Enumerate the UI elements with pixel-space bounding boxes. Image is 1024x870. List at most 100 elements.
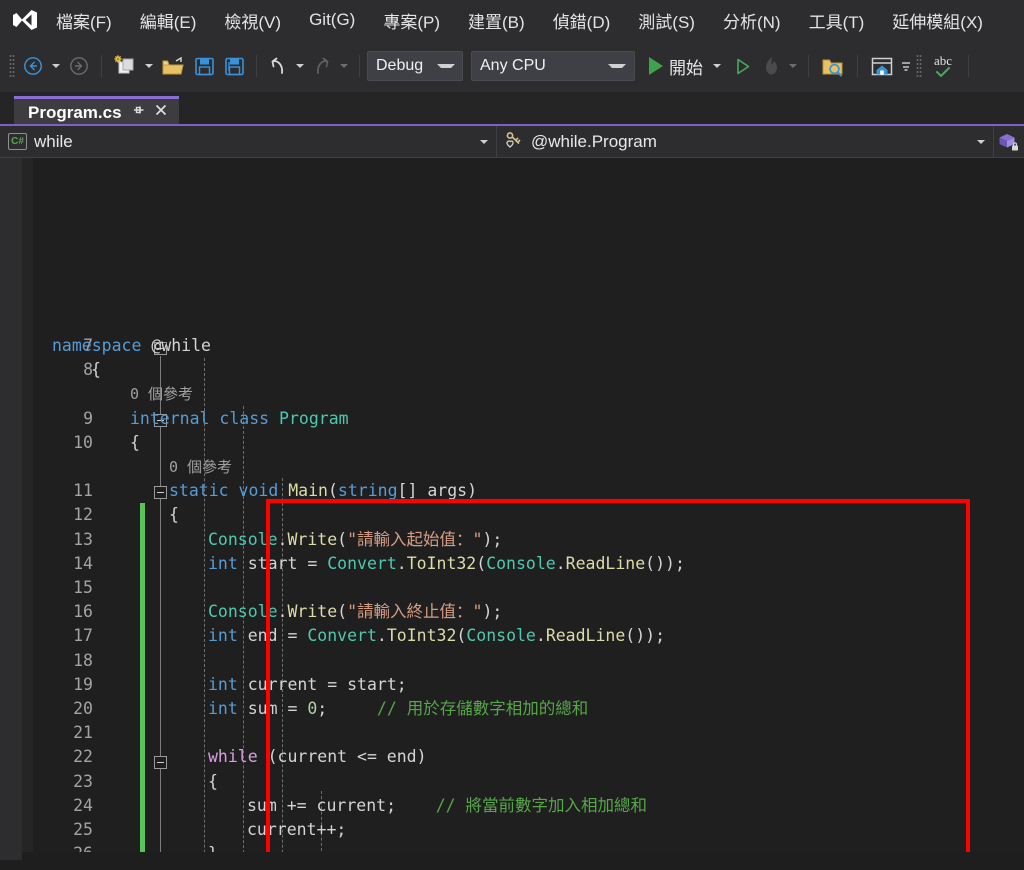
code-line[interactable]: Console.Write("請輸入終止值："); xyxy=(0,600,1024,624)
start-debug-button[interactable]: 開始 xyxy=(643,50,727,82)
navigate-forward-button[interactable] xyxy=(64,50,94,82)
code-line-text: { xyxy=(169,503,179,527)
code-line[interactable] xyxy=(0,721,1024,745)
token-kw: class xyxy=(219,408,270,428)
start-without-debugging-button[interactable] xyxy=(727,50,757,82)
menu-item-analyze[interactable]: 分析(N) xyxy=(712,4,792,37)
platform-selector[interactable]: Any CPU xyxy=(471,51,635,81)
editor-navigation-bar: C# while @while.Program xyxy=(0,125,1024,158)
code-line[interactable] xyxy=(0,576,1024,600)
abc-check-spellcheck-icon[interactable]: abc xyxy=(925,50,961,82)
menu-item-project[interactable]: 專案(P) xyxy=(372,4,451,37)
menu-item-test[interactable]: 測試(S) xyxy=(627,4,706,37)
token-pln xyxy=(209,409,219,428)
menu-item-file[interactable]: 檔案(F) xyxy=(45,4,123,37)
code-line[interactable]: current++; xyxy=(0,818,1024,842)
token-pln: . xyxy=(396,553,407,573)
redo-dropdown[interactable] xyxy=(336,51,352,81)
code-line[interactable]: while (current <= end) xyxy=(0,745,1024,769)
open-folder-icon[interactable] xyxy=(157,50,189,82)
token-pln: start = xyxy=(237,553,328,573)
code-line[interactable] xyxy=(0,649,1024,673)
menu-item-git[interactable]: Git(G) xyxy=(298,6,366,34)
toolbar-separator xyxy=(101,55,102,77)
code-line[interactable]: sum += current; // 將當前數字加入相加總和 xyxy=(0,794,1024,818)
token-pln xyxy=(229,481,239,500)
toolbar-overflow-button[interactable] xyxy=(899,50,913,82)
code-line-text: { xyxy=(208,770,218,794)
hot-reload-dropdown[interactable] xyxy=(785,51,801,81)
undo-dropdown[interactable] xyxy=(292,51,308,81)
save-icon[interactable] xyxy=(189,50,219,82)
codelens-row[interactable]: 0 個參考 xyxy=(0,455,1024,479)
token-pln: { xyxy=(169,505,179,525)
play-triangle-icon xyxy=(649,57,663,75)
menu-item-extensions[interactable]: 延伸模組(X) xyxy=(881,4,994,37)
token-type: Convert xyxy=(327,553,397,573)
code-line[interactable]: { xyxy=(0,358,1024,382)
pin-icon[interactable] xyxy=(131,103,145,122)
code-line[interactable]: { xyxy=(0,431,1024,455)
code-line[interactable]: namespace @while xyxy=(0,334,1024,358)
hot-reload-flame-icon[interactable] xyxy=(757,50,785,82)
token-pln: ; xyxy=(317,699,377,718)
token-pln: @while xyxy=(141,336,211,355)
code-editor[interactable]: 7 namespace @while 8{0 個參考 9 internal class … xyxy=(0,158,1024,860)
code-line-text: sum += current; // 將當前數字加入相加總和 xyxy=(247,794,647,818)
menu-item-build[interactable]: 建置(B) xyxy=(457,4,536,37)
token-pln: ( xyxy=(476,553,487,573)
token-lens: 0 個參考 xyxy=(130,385,194,404)
menu-item-edit[interactable]: 編輯(E) xyxy=(129,4,208,37)
menu-item-view[interactable]: 檢視(V) xyxy=(213,4,292,37)
configuration-selector[interactable]: Debug xyxy=(367,51,463,81)
token-pln: ); xyxy=(482,529,503,549)
new-project-dropdown[interactable] xyxy=(141,51,157,81)
code-line-text: 0 個參考 xyxy=(130,382,193,406)
code-line[interactable]: Console.Write("請輸入起始值："); xyxy=(0,528,1024,552)
menu-item-tools[interactable]: 工具(T) xyxy=(798,4,876,37)
toolbar-drag-handle-2[interactable] xyxy=(913,53,925,79)
navigate-back-button[interactable] xyxy=(18,50,48,82)
type-member-selector[interactable]: @while.Program xyxy=(497,125,994,158)
code-line[interactable]: int current = start; xyxy=(0,673,1024,697)
tab-program-cs[interactable]: Program.cs xyxy=(14,96,179,126)
token-meth: Main xyxy=(288,481,328,501)
cube-lock-icon[interactable] xyxy=(994,126,1024,158)
token-kw: internal xyxy=(130,408,210,428)
token-meth: ReadLine xyxy=(545,626,626,646)
token-type: Console xyxy=(208,529,278,549)
undo-arrow-icon[interactable] xyxy=(264,50,292,82)
token-kw: string xyxy=(337,481,398,501)
token-pln: { xyxy=(130,432,140,452)
token-pln: ()); xyxy=(645,553,685,573)
member-name: @while.Program xyxy=(531,131,657,151)
navigate-back-dropdown[interactable] xyxy=(48,51,64,81)
code-line[interactable]: int end = Convert.ToInt32(Console.ReadLi… xyxy=(0,624,1024,648)
code-line-text: internal class Program xyxy=(130,407,349,431)
window-home-icon[interactable] xyxy=(865,50,899,82)
menu-item-debug[interactable]: 偵錯(D) xyxy=(542,4,622,37)
toolbar-drag-handle[interactable] xyxy=(6,53,18,79)
folder-search-icon[interactable] xyxy=(816,50,850,82)
code-line[interactable]: static void Main(string[] args) xyxy=(0,479,1024,503)
code-line-text: int end = Convert.ToInt32(Console.ReadLi… xyxy=(208,624,665,648)
token-type: Console xyxy=(486,553,556,573)
token-kw: int xyxy=(208,699,238,718)
token-type: Program xyxy=(279,408,349,428)
code-line[interactable]: { xyxy=(0,770,1024,794)
token-pln: ); xyxy=(482,602,503,622)
token-meth: Write xyxy=(287,529,338,549)
token-pln: { xyxy=(91,360,101,380)
close-x-icon[interactable] xyxy=(154,103,168,122)
project-selector[interactable]: C# while xyxy=(0,125,497,158)
save-all-icon[interactable] xyxy=(219,50,249,82)
code-line[interactable]: int sum = 0; // 用於存儲數字相加的總和 xyxy=(0,697,1024,721)
token-pln: ( xyxy=(337,602,348,622)
code-line[interactable]: internal class Program xyxy=(0,407,1024,431)
code-line[interactable]: { xyxy=(0,503,1024,527)
codelens-row[interactable]: 0 個參考 xyxy=(0,382,1024,406)
redo-arrow-icon[interactable] xyxy=(308,50,336,82)
new-project-icon[interactable] xyxy=(109,50,141,82)
code-line[interactable]: int start = Convert.ToInt32(Console.Read… xyxy=(0,552,1024,576)
code-line-text: Console.Write("請輸入終止值："); xyxy=(208,600,502,624)
